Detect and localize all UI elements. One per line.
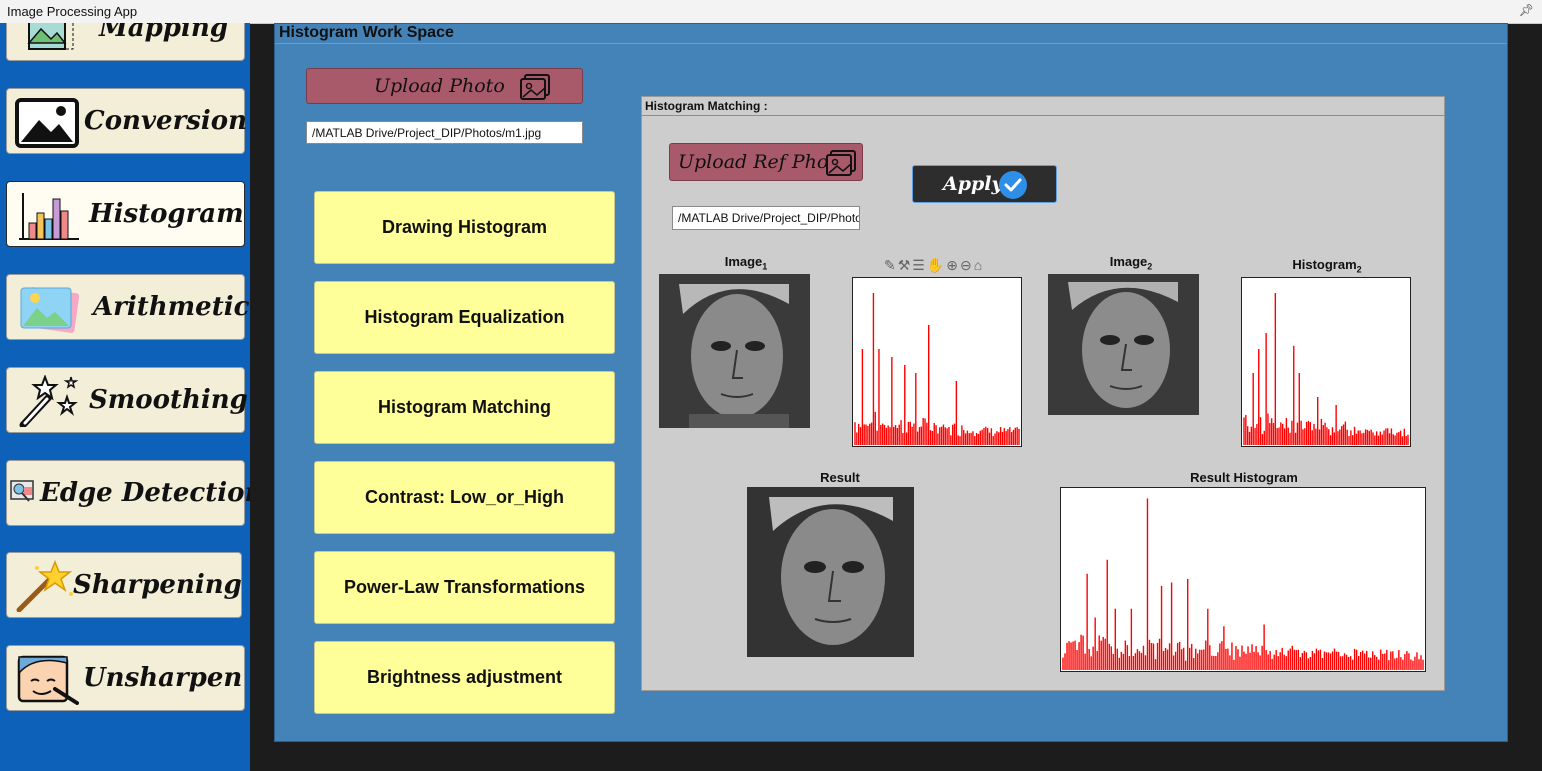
histogram2-bars [1243, 293, 1409, 445]
pin-icon[interactable]: 📌︎ [1519, 3, 1534, 17]
workspace-divider [275, 43, 1507, 44]
sidebar-item-label: Edge Detection [40, 478, 250, 508]
sidebar-item-arithmetic[interactable]: Arithmetic [6, 274, 249, 340]
sidebar-item-mapping[interactable]: Mapping [6, 23, 245, 61]
histogram-workspace: Histogram Work Space Upload Photo /MATLA… [274, 23, 1508, 742]
image1-title: Image1 [724, 254, 768, 272]
photo-upload-icon [520, 74, 550, 100]
sidebar-item-label: Mapping [99, 23, 228, 43]
bar-chart-icon [19, 193, 79, 240]
histogram-equalization-button[interactable]: Histogram Equalization [314, 281, 615, 354]
histogram1-bars [854, 293, 1020, 445]
image2-title: Image2 [1109, 254, 1153, 272]
histogram-matching-panel: Histogram Matching : Upload Ref Photo Ap… [641, 96, 1445, 691]
workspace-title: Histogram Work Space [279, 24, 454, 41]
upload-photo-label: Upload Photo [374, 75, 505, 97]
sidebar: Mapping Conversion Histogram Arithmetic [0, 23, 250, 771]
zoom-out-icon[interactable]: ⊖ [960, 257, 974, 273]
pan-hand-icon[interactable]: ✋ [927, 257, 946, 273]
landscape-image-icon [15, 98, 79, 148]
face-wand-icon [17, 655, 79, 705]
result-histogram-bars [1062, 498, 1424, 670]
sidebar-item-label: Sharpening [73, 570, 242, 600]
sidebar-item-conversion[interactable]: Conversion [6, 88, 248, 154]
drawing-histogram-button[interactable]: Drawing Histogram [314, 191, 615, 264]
edge-detection-icon [10, 480, 34, 502]
brush-icon[interactable]: ✎ [884, 257, 898, 273]
magic-wand-icon [16, 560, 73, 612]
apply-button[interactable]: Apply [912, 165, 1057, 203]
histogram2-title: Histogram2 [1292, 257, 1362, 275]
window-titlebar: Image Processing App 📌︎ [0, 0, 1542, 24]
legend-icon[interactable]: ☰ [912, 257, 927, 273]
panel-title: Histogram Matching : [645, 99, 768, 113]
magic-wand-stars-icon [19, 375, 79, 427]
window-title: Image Processing App [7, 4, 138, 19]
sidebar-item-label: Histogram [89, 199, 244, 229]
sidebar-item-label: Smoothing [89, 385, 248, 415]
mapping-picture-icon [27, 23, 74, 50]
panel-divider [642, 115, 1444, 116]
sidebar-item-histogram[interactable]: Histogram [6, 181, 245, 247]
result-title: Result [820, 470, 860, 485]
upload-photo-button[interactable]: Upload Photo [306, 68, 583, 104]
histogram-matching-button[interactable]: Histogram Matching [314, 371, 615, 444]
zoom-in-icon[interactable]: ⊕ [946, 257, 960, 273]
sidebar-item-label: Conversion [84, 106, 248, 136]
sidebar-item-edge-detection[interactable]: Edge Detection [6, 460, 250, 526]
sidebar-item-label: Unsharpen [83, 663, 243, 693]
sidebar-item-label: Arithmetic [93, 292, 250, 322]
checkmark-icon [999, 171, 1027, 199]
home-icon[interactable]: ⌂ [974, 257, 984, 273]
upload-ref-photo-button[interactable]: Upload Ref Photo [669, 143, 863, 181]
result-histogram-axes[interactable] [1060, 487, 1426, 672]
photo-upload-icon [826, 150, 856, 176]
photo-path-field[interactable]: /MATLAB Drive/Project_DIP/Photos/m1.jpg [306, 121, 583, 144]
axes-toolbar: ✎⚒☰✋⊕⊖⌂ [884, 257, 984, 274]
image2-face [1048, 274, 1199, 415]
ref-photo-path-field[interactable]: /MATLAB Drive/Project_DIP/Photos/m2.jpg [672, 206, 860, 230]
upload-ref-photo-label: Upload Ref Photo [678, 151, 848, 173]
result-face [747, 487, 914, 657]
image1-face [659, 274, 810, 428]
histogram1-axes[interactable] [852, 277, 1022, 447]
sidebar-item-sharpening[interactable]: Sharpening [6, 552, 242, 618]
data-tip-icon[interactable]: ⚒ [898, 257, 913, 273]
brightness-adjustment-button[interactable]: Brightness adjustment [314, 641, 615, 714]
power-law-button[interactable]: Power-Law Transformations [314, 551, 615, 624]
sidebar-item-smoothing[interactable]: Smoothing [6, 367, 248, 433]
sidebar-item-unsharpen[interactable]: Unsharpen [6, 645, 245, 711]
histogram2-axes[interactable] [1241, 277, 1411, 447]
contrast-button[interactable]: Contrast: Low_or_High [314, 461, 615, 534]
apply-label: Apply [943, 173, 1003, 195]
photo-stack-icon [20, 287, 79, 333]
result-histogram-title: Result Histogram [1190, 470, 1298, 485]
